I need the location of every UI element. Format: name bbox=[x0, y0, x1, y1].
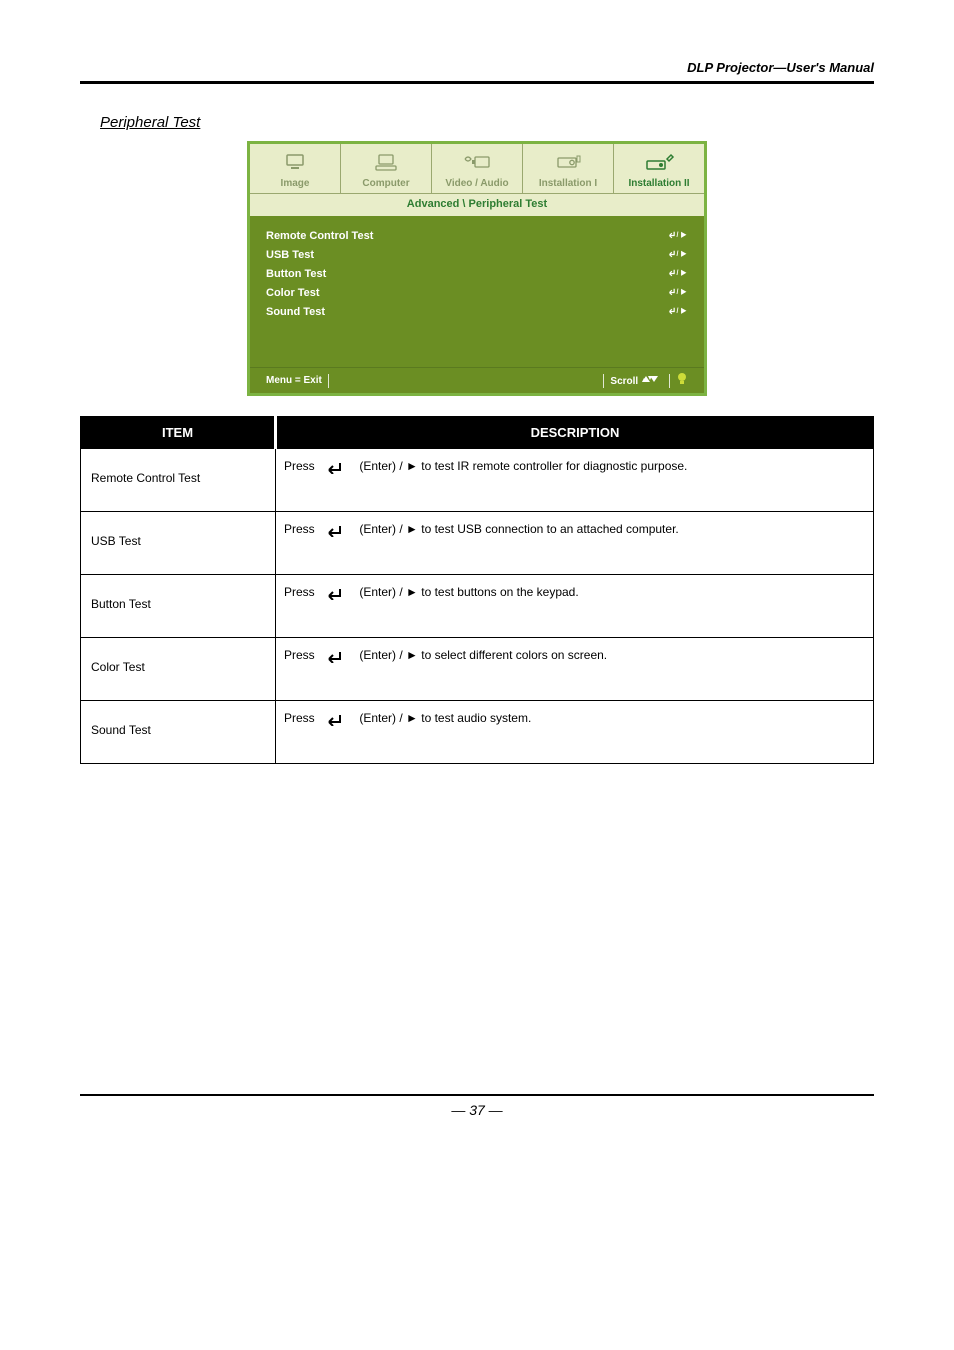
osd-tab-label: Video / Audio bbox=[434, 178, 520, 189]
divider bbox=[603, 374, 604, 388]
table-row: Color Test Press (Enter) / ► to select d… bbox=[81, 638, 874, 701]
table-row: Remote Control Test Press (Enter) / ► to… bbox=[81, 449, 874, 512]
page-number: — 37 — bbox=[80, 1102, 874, 1118]
enter-play-icon: / bbox=[662, 247, 688, 262]
info-table: ITEM DESCRIPTION Remote Control Test Pre… bbox=[80, 416, 874, 764]
osd-row-button[interactable]: Button Test / bbox=[266, 264, 688, 283]
svg-text:/: / bbox=[676, 251, 678, 258]
table-row: Button Test Press (Enter) / ► to test bu… bbox=[81, 575, 874, 638]
osd-tab-computer[interactable]: Computer bbox=[341, 144, 432, 193]
product-title: DLP Projector—User's Manual bbox=[80, 60, 874, 75]
svg-text:/: / bbox=[676, 232, 678, 239]
enter-play-icon: / bbox=[662, 285, 688, 300]
cell-item: Button Test bbox=[81, 575, 276, 638]
osd-tab-label: Image bbox=[252, 178, 338, 189]
osd-row-label: USB Test bbox=[266, 249, 314, 261]
osd-row-label: Sound Test bbox=[266, 306, 325, 318]
cell-desc: Press (Enter) / ► to test audio system. bbox=[276, 701, 874, 764]
enter-key-icon bbox=[322, 648, 352, 663]
cell-desc: Press (Enter) / ► to select different co… bbox=[276, 638, 874, 701]
enter-key-icon bbox=[322, 711, 352, 726]
cell-item: Remote Control Test bbox=[81, 449, 276, 512]
monitor-icon bbox=[252, 150, 338, 176]
svg-text:/: / bbox=[676, 289, 678, 296]
osd-tab-label: Installation I bbox=[525, 178, 611, 189]
osd-tab-video-audio[interactable]: Video / Audio bbox=[432, 144, 523, 193]
th-description: DESCRIPTION bbox=[276, 417, 874, 449]
osd-row-usb[interactable]: USB Test / bbox=[266, 245, 688, 264]
enter-play-icon: / bbox=[662, 266, 688, 281]
table-row: Sound Test Press (Enter) / ► to test aud… bbox=[81, 701, 874, 764]
osd-row-label: Color Test bbox=[266, 287, 320, 299]
th-item: ITEM bbox=[81, 417, 276, 449]
osd-footer-right: Scroll bbox=[604, 374, 669, 387]
enter-key-icon bbox=[322, 522, 352, 537]
osd-screenshot: Image Computer Video / Audio bbox=[80, 141, 874, 396]
cell-desc: Press (Enter) / ► to test buttons on the… bbox=[276, 575, 874, 638]
osd-tab-installation1[interactable]: Installation I bbox=[523, 144, 614, 193]
divider bbox=[328, 374, 329, 388]
section-title: Peripheral Test bbox=[100, 114, 874, 131]
video-audio-icon bbox=[434, 150, 520, 176]
enter-key-icon bbox=[322, 585, 352, 600]
osd-row-color[interactable]: Color Test / bbox=[266, 283, 688, 302]
svg-text:/: / bbox=[676, 270, 678, 277]
osd-row-remote[interactable]: Remote Control Test / bbox=[266, 226, 688, 245]
osd-tabs: Image Computer Video / Audio bbox=[250, 144, 704, 193]
osd-row-sound[interactable]: Sound Test / bbox=[266, 302, 688, 321]
osd-tab-label: Installation II bbox=[616, 178, 702, 189]
osd-footer: Menu = Exit Scroll bbox=[250, 367, 704, 393]
bulb-icon bbox=[670, 372, 694, 389]
osd-breadcrumb: Advanced \ Peripheral Test bbox=[250, 193, 704, 216]
enter-play-icon: / bbox=[662, 304, 688, 319]
osd-footer-left: Menu = Exit bbox=[260, 375, 328, 386]
install2-icon bbox=[616, 150, 702, 176]
cell-item: Color Test bbox=[81, 638, 276, 701]
install1-icon bbox=[525, 150, 611, 176]
rule-top bbox=[80, 81, 874, 84]
cell-item: USB Test bbox=[81, 512, 276, 575]
osd-row-label: Button Test bbox=[266, 268, 326, 280]
enter-key-icon bbox=[322, 459, 352, 474]
osd-body: Remote Control Test / USB Test / Button … bbox=[250, 216, 704, 367]
table-row: USB Test Press (Enter) / ► to test USB c… bbox=[81, 512, 874, 575]
cell-desc: Press (Enter) / ► to test IR remote cont… bbox=[276, 449, 874, 512]
divider bbox=[669, 374, 670, 388]
cell-item: Sound Test bbox=[81, 701, 276, 764]
rule-bottom bbox=[80, 1094, 874, 1096]
osd-tab-installation2[interactable]: Installation II bbox=[614, 144, 704, 193]
scroll-updown-icon bbox=[641, 374, 663, 384]
osd-row-label: Remote Control Test bbox=[266, 230, 373, 242]
computer-icon bbox=[343, 150, 429, 176]
enter-play-icon: / bbox=[662, 228, 688, 243]
cell-desc: Press (Enter) / ► to test USB connection… bbox=[276, 512, 874, 575]
osd-tab-label: Computer bbox=[343, 178, 429, 189]
osd-tab-image[interactable]: Image bbox=[250, 144, 341, 193]
svg-text:/: / bbox=[676, 308, 678, 315]
